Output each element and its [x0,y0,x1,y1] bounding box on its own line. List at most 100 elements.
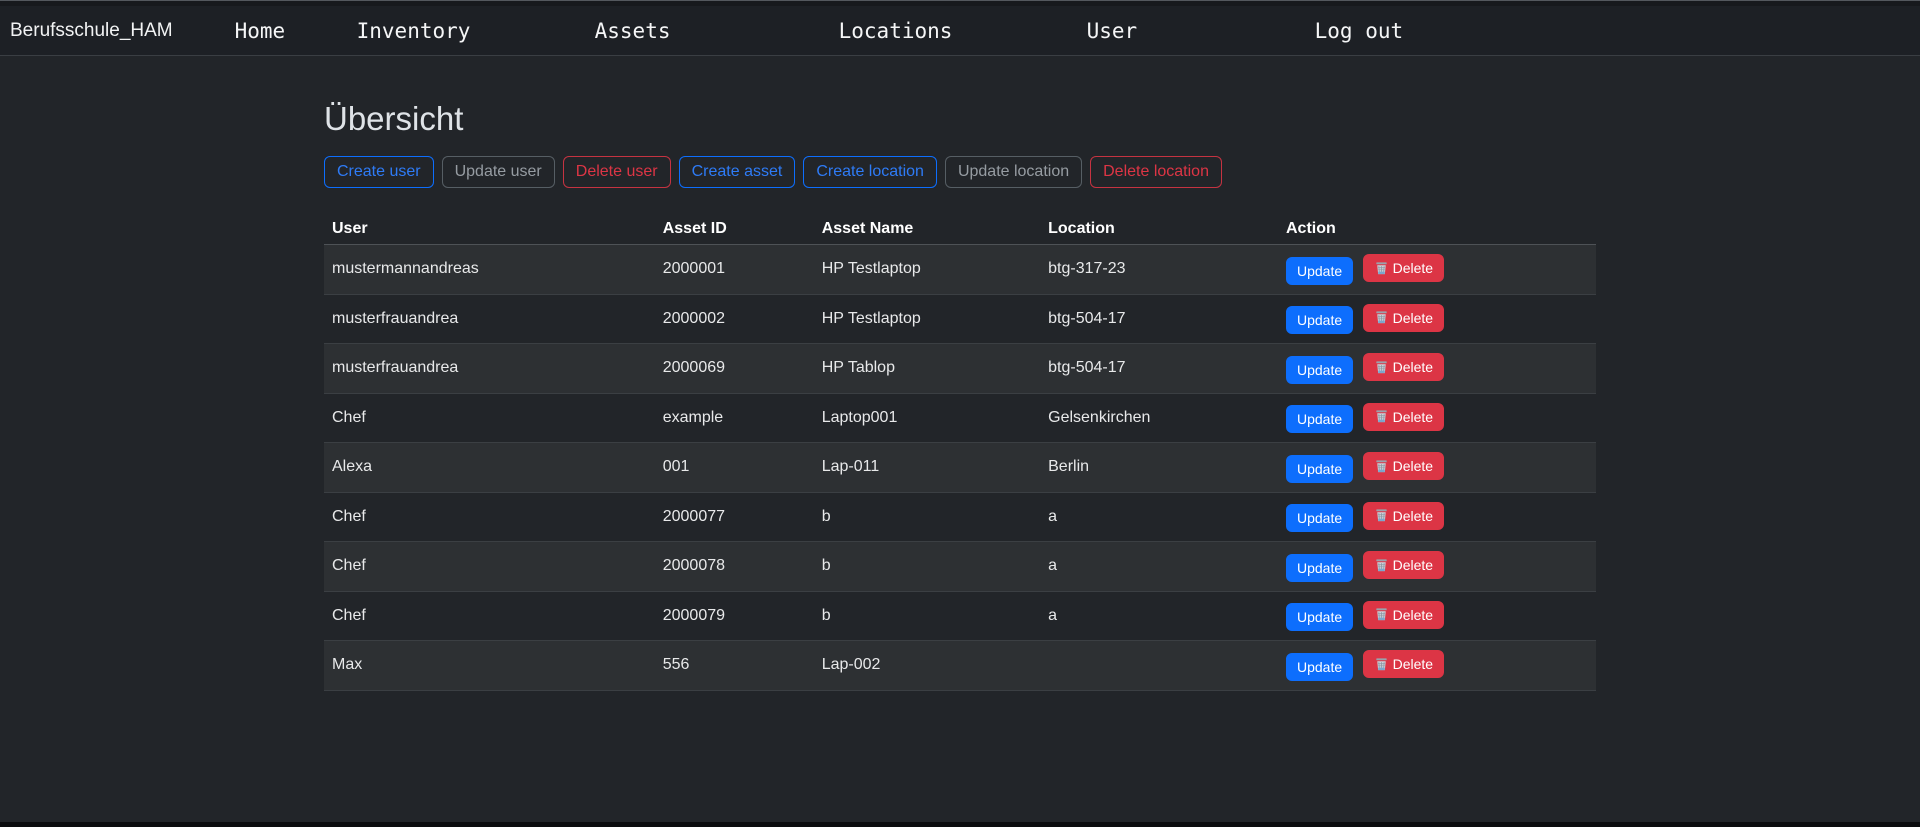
cell-user: musterfrauandrea [324,344,655,394]
cell-action: Update Delete [1278,542,1596,592]
table-row: mustermannandreas 2000001 HP Testlaptop … [324,245,1596,295]
update-button[interactable]: Update [1286,356,1353,384]
cell-asset-id: 2000002 [655,294,814,344]
update-button[interactable]: Update [1286,653,1353,681]
cell-user: Chef [324,591,655,641]
column-header: User [324,214,655,245]
column-header: Asset ID [655,214,814,245]
cell-asset-name: b [814,492,1040,542]
nav-item[interactable]: User [1087,19,1315,43]
delete-button[interactable]: Delete [1363,502,1444,530]
table-row: musterfrauandrea 2000069 HP Tablop btg-5… [324,344,1596,394]
update-button[interactable]: Update [1286,455,1353,483]
delete-button[interactable]: Delete [1363,601,1444,629]
cell-user: Alexa [324,443,655,493]
trash-icon [1374,459,1389,474]
cell-action: Update Delete [1278,344,1596,394]
column-header: Location [1040,214,1278,245]
window-bottom-edge [0,822,1920,827]
cell-user: Chef [324,542,655,592]
toolbar-button[interactable]: Create location [803,156,937,188]
cell-asset-name: HP Testlaptop [814,245,1040,295]
toolbar-button[interactable]: Update location [945,156,1082,188]
cell-location: Berlin [1040,443,1278,493]
delete-button[interactable]: Delete [1363,304,1444,332]
cell-user: Chef [324,393,655,443]
trash-icon [1374,558,1389,573]
table-row: Chef 2000078 b a Update Delete [324,542,1596,592]
cell-asset-id: 2000078 [655,542,814,592]
cell-asset-name: HP Tablop [814,344,1040,394]
delete-button[interactable]: Delete [1363,452,1444,480]
delete-button-label: Delete [1393,458,1433,474]
page-title: Übersicht [324,100,1596,138]
cell-asset-id: 2000079 [655,591,814,641]
cell-asset-name: b [814,591,1040,641]
delete-button-label: Delete [1393,310,1433,326]
cell-asset-name: Lap-011 [814,443,1040,493]
table-row: Max 556 Lap-002 Update Delete [324,641,1596,691]
delete-button[interactable]: Delete [1363,551,1444,579]
nav-item[interactable]: Inventory [357,19,595,43]
table-row: Chef 2000079 b a Update Delete [324,591,1596,641]
toolbar-button[interactable]: Delete location [1090,156,1222,188]
toolbar-button[interactable]: Update user [442,156,555,188]
update-button[interactable]: Update [1286,306,1353,334]
toolbar-button[interactable]: Delete user [563,156,671,188]
cell-action: Update Delete [1278,492,1596,542]
delete-button-label: Delete [1393,260,1433,276]
toolbar: Create user Update user Delete user Crea… [324,156,1596,188]
cell-location: a [1040,591,1278,641]
table-header-row: User Asset ID Asset Name Location Action [324,214,1596,245]
delete-button-label: Delete [1393,409,1433,425]
delete-button[interactable]: Delete [1363,254,1444,282]
table-body: mustermannandreas 2000001 HP Testlaptop … [324,245,1596,691]
column-header: Action [1278,214,1596,245]
navbar-brand[interactable]: Berufsschule_HAM [10,20,173,42]
cell-location [1040,641,1278,691]
update-button[interactable]: Update [1286,504,1353,532]
table-row: Chef example Laptop001 Gelsenkirchen Upd… [324,393,1596,443]
cell-asset-name: Laptop001 [814,393,1040,443]
update-button[interactable]: Update [1286,405,1353,433]
cell-asset-name: Lap-002 [814,641,1040,691]
nav-item[interactable]: Assets [595,19,839,43]
table-row: Chef 2000077 b a Update Delete [324,492,1596,542]
trash-icon [1374,607,1389,622]
toolbar-button[interactable]: Create user [324,156,434,188]
delete-button-label: Delete [1393,557,1433,573]
cell-asset-id: 2000069 [655,344,814,394]
cell-asset-id: 556 [655,641,814,691]
cell-asset-id: 2000077 [655,492,814,542]
nav-item[interactable]: Locations [839,19,1087,43]
nav-item[interactable]: Log out [1315,19,1404,43]
update-button[interactable]: Update [1286,603,1353,631]
delete-button[interactable]: Delete [1363,353,1444,381]
cell-asset-id: example [655,393,814,443]
nav-item[interactable]: Home [235,19,357,43]
cell-asset-name: HP Testlaptop [814,294,1040,344]
update-button[interactable]: Update [1286,554,1353,582]
cell-asset-id: 001 [655,443,814,493]
trash-icon [1374,508,1389,523]
delete-button-label: Delete [1393,656,1433,672]
cell-user: Max [324,641,655,691]
cell-user: mustermannandreas [324,245,655,295]
delete-button[interactable]: Delete [1363,650,1444,678]
cell-action: Update Delete [1278,294,1596,344]
cell-user: musterfrauandrea [324,294,655,344]
trash-icon [1374,360,1389,375]
cell-location: btg-504-17 [1040,344,1278,394]
toolbar-button[interactable]: Create asset [679,156,796,188]
delete-button[interactable]: Delete [1363,403,1444,431]
trash-icon [1374,657,1389,672]
table-header: User Asset ID Asset Name Location Action [324,214,1596,245]
table-row: musterfrauandrea 2000002 HP Testlaptop b… [324,294,1596,344]
trash-icon [1374,409,1389,424]
delete-button-label: Delete [1393,607,1433,623]
update-button[interactable]: Update [1286,257,1353,285]
cell-location: Gelsenkirchen [1040,393,1278,443]
nav-list: Home Inventory Assets Locations User Log… [235,19,1404,43]
asset-table: User Asset ID Asset Name Location Action… [324,214,1596,691]
cell-action: Update Delete [1278,245,1596,295]
